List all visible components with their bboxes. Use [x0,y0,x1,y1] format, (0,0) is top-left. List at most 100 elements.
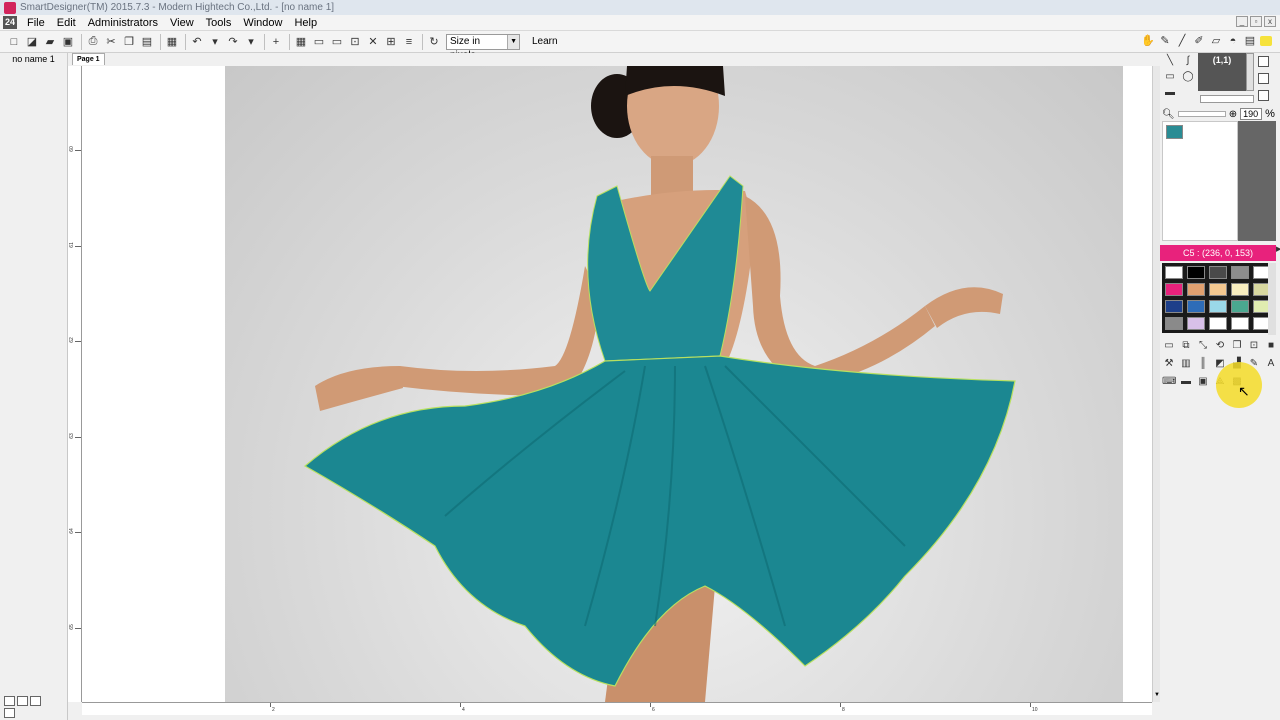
keyboard-icon[interactable]: ⌨ [1162,375,1176,389]
frame-icon[interactable]: ▭ [311,34,327,50]
undo-icon[interactable]: ↶ [189,34,205,50]
frame-select-icon[interactable]: ▭ [329,34,345,50]
cut-icon[interactable]: ✂ [103,34,119,50]
preview-scrollbar[interactable] [1246,53,1254,91]
add-page-icon[interactable] [4,696,15,706]
paste-icon[interactable]: ▤ [139,34,155,50]
save-page-icon[interactable] [30,696,41,706]
menu-window[interactable]: Window [237,17,288,29]
dancer-photo[interactable] [225,66,1123,702]
color-swatch[interactable] [1231,300,1249,313]
ellipse-tool-icon[interactable]: ◯ [1181,71,1195,83]
hand-icon[interactable]: ✋ [1141,33,1155,49]
zoom-slider[interactable] [1177,111,1226,117]
learn-button[interactable]: Learn [532,36,558,47]
bucket-icon[interactable]: ◓ [1226,33,1240,49]
size-unit-select[interactable]: Size in pixels ▼ [446,33,520,61]
canvas-vertical-scrollbar[interactable]: ▼ [1152,66,1160,702]
wrench-icon[interactable]: ⚒ [1162,357,1176,371]
crop-tool-icon[interactable]: ⊡ [1247,339,1261,353]
grid-icon[interactable]: ▦ [293,34,309,50]
right-arm-shape [745,196,935,386]
menu-view[interactable]: View [164,17,200,29]
group-tool-icon[interactable]: ⧉ [1179,339,1193,353]
text-tool-icon[interactable]: A [1264,357,1278,371]
menu-administrators[interactable]: Administrators [82,17,164,29]
color-swatch[interactable] [1165,283,1183,296]
color-swatch[interactable] [1187,283,1205,296]
menu-edit[interactable]: Edit [51,17,82,29]
color-swatch[interactable] [1209,266,1227,279]
zoom-in-icon[interactable]: ⊕ [1229,109,1237,120]
crosshair-icon[interactable]: + [268,34,284,50]
menu-file[interactable]: File [21,17,51,29]
transform-icon[interactable]: ✕ [365,34,381,50]
ruler-tick [75,246,81,247]
eraser-icon[interactable]: ▱ [1209,33,1223,49]
menu-help[interactable]: Help [288,17,323,29]
barcode-icon[interactable]: ║ [1196,357,1210,371]
save-icon[interactable]: ▣ [60,34,76,50]
minimize-button[interactable]: _ [1236,16,1248,27]
image-thumbnail[interactable] [1166,125,1183,139]
line-icon[interactable]: ╱ [1175,33,1189,49]
option-box-icon[interactable] [1258,90,1269,101]
restore-button[interactable]: ▫ [1250,16,1262,27]
table-icon[interactable]: ⊞ [383,34,399,50]
rectangle-tool-icon[interactable]: ▭ [1163,71,1177,83]
zoom-out-icon[interactable]: 🔍︎ [1162,109,1175,120]
chevron-right-icon[interactable]: ▶ [1276,245,1280,261]
line-tool-icon[interactable]: ╲ [1163,55,1177,67]
pen-icon[interactable]: ✎ [1158,33,1172,49]
flag-icon[interactable]: ▬ [1179,375,1193,389]
copy-icon[interactable]: ❐ [121,34,137,50]
brush-icon[interactable]: ✐ [1192,33,1206,49]
page-tab[interactable]: Page 1 [72,53,105,65]
color-swatch[interactable] [1231,266,1249,279]
duplicate-page-icon[interactable] [17,696,28,706]
color-swatch[interactable] [1165,266,1183,279]
clone-tool-icon[interactable]: ❐ [1230,339,1244,353]
frame-group-icon[interactable]: ⊡ [347,34,363,50]
fill-black-icon[interactable]: ■ [1264,339,1278,353]
new-template-icon[interactable]: ◪ [24,34,40,50]
color-swatch[interactable] [1187,317,1205,330]
color-swatch[interactable] [1231,283,1249,296]
new-file-icon[interactable]: □ [6,34,22,50]
layers-icon[interactable]: ▤ [1243,33,1257,49]
document-name-tab[interactable]: no name 1 [0,53,68,66]
color-swatch[interactable] [1187,266,1205,279]
color-swatch[interactable] [1165,300,1183,313]
color-swatch[interactable] [1231,317,1249,330]
redo-dropdown-icon[interactable]: ▾ [243,34,259,50]
color-swatch[interactable] [1187,300,1205,313]
palette-scrollbar[interactable] [1268,263,1276,335]
menu-tools[interactable]: Tools [200,17,238,29]
color-swatch[interactable] [1165,317,1183,330]
option-box-icon[interactable] [1258,73,1269,84]
print-icon[interactable]: ⎙ [85,34,101,50]
color-swatch[interactable] [1209,283,1227,296]
close-button[interactable]: x [1264,16,1276,27]
barcode-color-icon[interactable]: ▥ [1179,357,1193,371]
preview-horizontal-scrollbar[interactable] [1200,95,1254,103]
redo-icon[interactable]: ↷ [225,34,241,50]
refresh-icon[interactable]: ↻ [426,34,442,50]
resize-tool-icon[interactable]: ⤡ [1196,339,1210,353]
lines-icon[interactable]: ≡ [401,34,417,50]
zoom-value[interactable]: 190 [1240,108,1263,120]
color-swatch[interactable] [1209,317,1227,330]
design-canvas[interactable] [82,66,1152,702]
image-tool-icon[interactable]: ▬ [1163,87,1177,99]
insert-page-icon[interactable] [4,708,15,718]
option-box-icon[interactable] [1258,56,1269,67]
rotate-tool-icon[interactable]: ⟲ [1213,339,1227,353]
color-swatch[interactable] [1209,300,1227,313]
undo-dropdown-icon[interactable]: ▾ [207,34,223,50]
curve-tool-icon[interactable]: ∫ [1181,55,1195,67]
note-icon[interactable] [1260,36,1272,46]
image-insert-icon[interactable]: ▣ [1196,375,1210,389]
select-tool-icon[interactable]: ▭ [1162,339,1176,353]
preview-icon[interactable]: ▦ [164,34,180,50]
open-folder-icon[interactable]: ▰ [42,34,58,50]
